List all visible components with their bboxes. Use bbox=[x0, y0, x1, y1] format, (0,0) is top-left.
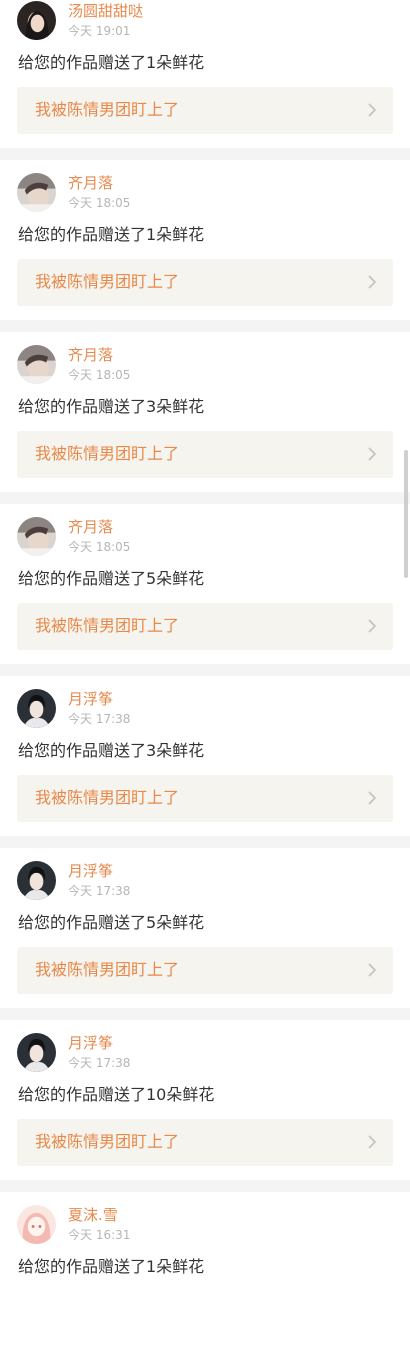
username[interactable]: 齐月落 bbox=[68, 518, 113, 536]
username[interactable]: 汤圆甜甜哒 bbox=[68, 2, 143, 20]
notification-card: 齐月落 今天 18:05 给您的作品赠送了3朵鲜花 我被陈情男团盯上了 bbox=[0, 332, 410, 492]
work-title: 我被陈情男团盯上了 bbox=[35, 272, 180, 291]
notification-card: 夏沫.雪 今天 16:31 给您的作品赠送了1朵鲜花 bbox=[0, 1192, 410, 1352]
notification-card: 汤圆甜甜哒 今天 19:01 给您的作品赠送了1朵鲜花 我被陈情男团盯上了 bbox=[0, 0, 410, 148]
work-link[interactable]: 我被陈情男团盯上了 bbox=[17, 947, 393, 994]
chevron-right-icon bbox=[367, 103, 377, 117]
card-separator bbox=[0, 492, 410, 504]
work-link[interactable]: 我被陈情男团盯上了 bbox=[17, 87, 393, 134]
notification-card: 月浮筝 今天 17:38 给您的作品赠送了3朵鲜花 我被陈情男团盯上了 bbox=[0, 676, 410, 836]
timestamp: 今天 18:05 bbox=[68, 196, 131, 210]
scrollbar[interactable] bbox=[404, 450, 408, 578]
gift-message: 给您的作品赠送了5朵鲜花 bbox=[18, 913, 205, 932]
work-link[interactable]: 我被陈情男团盯上了 bbox=[17, 259, 393, 306]
chevron-right-icon bbox=[367, 447, 377, 461]
username[interactable]: 齐月落 bbox=[68, 346, 113, 364]
work-title: 我被陈情男团盯上了 bbox=[35, 1132, 180, 1151]
user-avatar[interactable] bbox=[17, 517, 56, 556]
notification-card: 月浮筝 今天 17:38 给您的作品赠送了10朵鲜花 我被陈情男团盯上了 bbox=[0, 1020, 410, 1180]
card-separator bbox=[0, 836, 410, 848]
username[interactable]: 月浮筝 bbox=[68, 690, 113, 708]
user-avatar[interactable] bbox=[17, 689, 56, 728]
chevron-right-icon bbox=[367, 1135, 377, 1149]
user-avatar[interactable] bbox=[17, 173, 56, 212]
username[interactable]: 月浮筝 bbox=[68, 1034, 113, 1052]
chevron-right-icon bbox=[367, 275, 377, 289]
gift-message: 给您的作品赠送了3朵鲜花 bbox=[18, 397, 205, 416]
card-separator bbox=[0, 1180, 410, 1192]
notification-card: 月浮筝 今天 17:38 给您的作品赠送了5朵鲜花 我被陈情男团盯上了 bbox=[0, 848, 410, 1008]
user-avatar[interactable] bbox=[17, 1205, 56, 1244]
notification-card: 齐月落 今天 18:05 给您的作品赠送了5朵鲜花 我被陈情男团盯上了 bbox=[0, 504, 410, 664]
user-avatar[interactable] bbox=[17, 1033, 56, 1072]
chevron-right-icon bbox=[367, 619, 377, 633]
timestamp: 今天 16:31 bbox=[68, 1228, 131, 1242]
username[interactable]: 齐月落 bbox=[68, 174, 113, 192]
card-separator bbox=[0, 148, 410, 160]
gift-message: 给您的作品赠送了10朵鲜花 bbox=[18, 1085, 215, 1104]
work-title: 我被陈情男团盯上了 bbox=[35, 960, 180, 979]
timestamp: 今天 19:01 bbox=[68, 24, 131, 38]
work-title: 我被陈情男团盯上了 bbox=[35, 444, 180, 463]
username[interactable]: 月浮筝 bbox=[68, 862, 113, 880]
chevron-right-icon bbox=[367, 963, 377, 977]
timestamp: 今天 18:05 bbox=[68, 540, 131, 554]
timestamp: 今天 17:38 bbox=[68, 712, 131, 726]
work-link[interactable]: 我被陈情男团盯上了 bbox=[17, 431, 393, 478]
card-separator bbox=[0, 664, 410, 676]
user-avatar[interactable] bbox=[17, 345, 56, 384]
card-separator bbox=[0, 320, 410, 332]
gift-message: 给您的作品赠送了1朵鲜花 bbox=[18, 225, 205, 244]
work-title: 我被陈情男团盯上了 bbox=[35, 788, 180, 807]
user-avatar[interactable] bbox=[17, 861, 56, 900]
gift-message: 给您的作品赠送了1朵鲜花 bbox=[18, 53, 205, 72]
work-link[interactable]: 我被陈情男团盯上了 bbox=[17, 603, 393, 650]
notification-feed: 汤圆甜甜哒 今天 19:01 给您的作品赠送了1朵鲜花 我被陈情男团盯上了 齐月… bbox=[0, 0, 410, 1352]
work-link[interactable]: 我被陈情男团盯上了 bbox=[17, 1119, 393, 1166]
timestamp: 今天 17:38 bbox=[68, 884, 131, 898]
gift-message: 给您的作品赠送了3朵鲜花 bbox=[18, 741, 205, 760]
gift-message: 给您的作品赠送了5朵鲜花 bbox=[18, 569, 205, 588]
user-avatar[interactable] bbox=[17, 1, 56, 40]
notification-card: 齐月落 今天 18:05 给您的作品赠送了1朵鲜花 我被陈情男团盯上了 bbox=[0, 160, 410, 320]
gift-message: 给您的作品赠送了1朵鲜花 bbox=[18, 1257, 205, 1276]
timestamp: 今天 18:05 bbox=[68, 368, 131, 382]
work-title: 我被陈情男团盯上了 bbox=[35, 100, 180, 119]
chevron-right-icon bbox=[367, 791, 377, 805]
work-title: 我被陈情男团盯上了 bbox=[35, 616, 180, 635]
username[interactable]: 夏沫.雪 bbox=[68, 1206, 118, 1224]
timestamp: 今天 17:38 bbox=[68, 1056, 131, 1070]
work-link[interactable]: 我被陈情男团盯上了 bbox=[17, 775, 393, 822]
card-separator bbox=[0, 1008, 410, 1020]
